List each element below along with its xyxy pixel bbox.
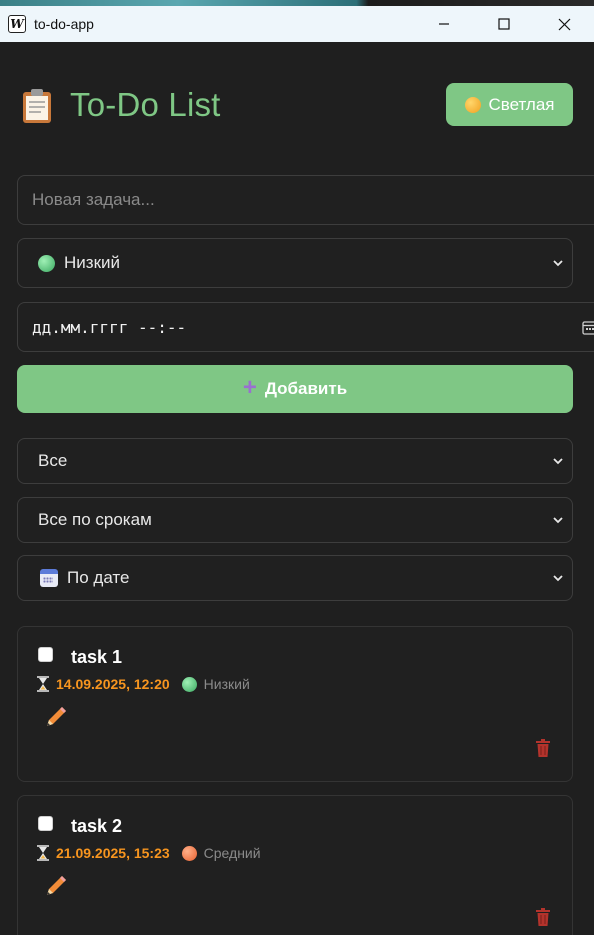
add-task-button[interactable]: + Добавить — [17, 365, 573, 413]
window-title: to-do-app — [34, 16, 94, 32]
sort-select[interactable]: По дате — [17, 555, 573, 601]
priority-select[interactable]: Низкий — [17, 238, 573, 288]
task-deadline: 21.09.2025, 15:23 — [56, 845, 170, 861]
task-card: task 1 14.09.2025, 12:20 Низкий — [17, 626, 573, 782]
task-priority: Низкий — [181, 676, 250, 692]
pencil-icon[interactable] — [43, 704, 69, 730]
maximize-button[interactable] — [474, 6, 534, 42]
priority-dot-icon — [181, 845, 197, 861]
window-controls — [414, 6, 594, 42]
priority-select-value: Низкий — [64, 253, 120, 272]
new-task-placeholder: Новая задача... — [32, 190, 155, 209]
task-card: task 2 21.09.2025, 15:23 Средний — [17, 795, 573, 935]
task-complete-checkbox[interactable] — [38, 647, 53, 662]
priority-dot-icon — [181, 676, 197, 692]
new-task-input[interactable]: Новая задача... — [17, 175, 594, 225]
clipboard-icon — [23, 89, 51, 123]
deadline-placeholder: дд.мм.гггг --:-- — [32, 317, 187, 337]
hourglass-icon — [37, 845, 49, 861]
theme-toggle-button[interactable]: Светлая — [446, 83, 573, 126]
chevron-down-icon — [553, 458, 563, 465]
chevron-down-icon — [553, 575, 563, 582]
task-priority-label: Средний — [203, 845, 261, 861]
theme-toggle-label: Светлая — [488, 94, 555, 114]
status-filter-select[interactable]: Все — [17, 438, 573, 484]
maximize-icon — [498, 18, 510, 30]
trash-icon[interactable] — [536, 739, 550, 757]
task-meta: 21.09.2025, 15:23 Средний — [36, 845, 261, 861]
add-task-label: Добавить — [264, 379, 348, 398]
hourglass-icon — [37, 676, 49, 692]
task-meta: 14.09.2025, 12:20 Низкий — [36, 676, 250, 692]
task-priority-label: Низкий — [203, 676, 250, 692]
deadline-datetime-input[interactable]: дд.мм.гггг --:-- — [17, 302, 594, 352]
minimize-icon — [439, 23, 449, 25]
calendar-picker-icon[interactable] — [582, 320, 594, 335]
deadline-filter-select[interactable]: Все по срокам — [17, 497, 573, 543]
pencil-icon[interactable] — [43, 873, 69, 899]
close-button[interactable] — [534, 6, 594, 42]
task-deadline: 14.09.2025, 12:20 — [56, 676, 170, 692]
window-titlebar: W to-do-app — [0, 6, 594, 42]
task-priority: Средний — [181, 845, 261, 861]
minimize-button[interactable] — [414, 6, 474, 42]
chevron-down-icon — [553, 260, 563, 267]
trash-icon[interactable] — [536, 908, 550, 926]
task-complete-checkbox[interactable] — [38, 816, 53, 831]
task-title: task 2 — [71, 816, 123, 836]
plus-icon: + — [242, 374, 257, 401]
task-title: task 1 — [71, 647, 123, 667]
close-icon — [558, 18, 570, 30]
deadline-filter-value: Все по срокам — [38, 510, 152, 529]
app-container: To-Do List Светлая Новая задача... Низки… — [0, 42, 594, 935]
sun-icon — [464, 96, 481, 113]
calendar-icon — [40, 569, 58, 587]
chevron-down-icon — [553, 517, 563, 524]
page-title: To-Do List — [70, 86, 221, 123]
priority-dot-icon — [38, 254, 55, 272]
status-filter-value: Все — [38, 451, 68, 470]
app-icon: W — [8, 15, 26, 33]
sort-select-value: По дате — [67, 568, 130, 587]
header: To-Do List Светлая — [22, 82, 574, 132]
